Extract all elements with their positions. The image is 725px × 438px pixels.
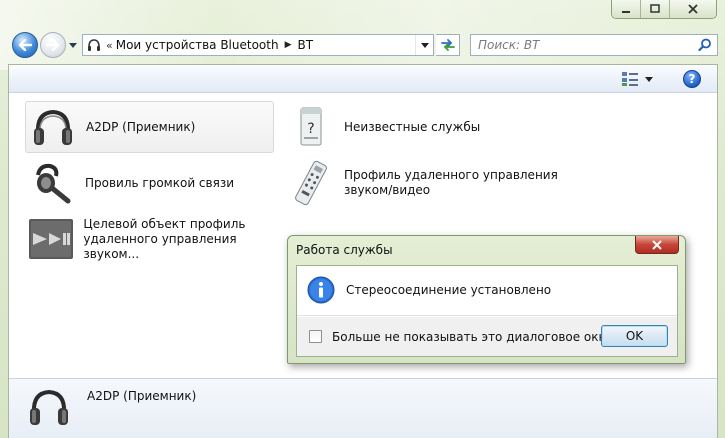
service-item-label-line: Целевой объект профиль bbox=[83, 216, 246, 231]
chevron-down-icon bbox=[645, 76, 653, 82]
service-item-label: Провиль громкой связи bbox=[85, 175, 234, 190]
navigation-bar: « Мои устройства Bluetooth ▶ BT bbox=[8, 30, 718, 60]
headphones-icon bbox=[27, 385, 71, 432]
caption-buttons bbox=[611, 0, 717, 19]
service-item-avrcp[interactable]: Профиль удаленного управления звуком/виде… bbox=[287, 159, 577, 207]
service-dialog: Работа службы Стереосоединение установле… bbox=[287, 235, 686, 364]
help-icon: ? bbox=[688, 72, 696, 86]
search-input[interactable] bbox=[478, 36, 688, 54]
service-item-unknown[interactable]: ? Неизвестные службы bbox=[287, 103, 547, 151]
bluetooth-headset-icon bbox=[28, 159, 76, 207]
back-arrow-icon bbox=[18, 39, 32, 51]
view-options-icon bbox=[622, 72, 638, 86]
breadcrumb-overflow-icon[interactable]: « bbox=[106, 39, 113, 52]
service-item-label: Профиль удаленного управления звуком/виде… bbox=[344, 168, 558, 198]
refresh-icon bbox=[440, 39, 455, 51]
back-button[interactable] bbox=[12, 32, 38, 58]
toolbar: ? bbox=[9, 65, 717, 93]
dialog-close-button[interactable] bbox=[635, 236, 679, 254]
service-item-avrcp-target[interactable]: Целевой объект профиль удаленного управле… bbox=[25, 213, 289, 265]
service-item-label-line: удаленного управления звуком... bbox=[83, 231, 237, 261]
ok-button[interactable]: OK bbox=[601, 325, 668, 347]
breadcrumb-separator-icon[interactable]: ▶ bbox=[285, 40, 292, 50]
service-item-label: Целевой объект профиль удаленного управле… bbox=[83, 217, 289, 262]
forward-button[interactable] bbox=[40, 32, 66, 58]
close-button[interactable] bbox=[670, 0, 716, 18]
change-view-button[interactable] bbox=[621, 70, 653, 88]
headset-location-icon bbox=[83, 35, 105, 55]
dont-show-again-checkbox[interactable] bbox=[309, 330, 322, 343]
dialog-title: Работа службы bbox=[296, 243, 393, 257]
help-button[interactable]: ? bbox=[683, 70, 701, 88]
details-title: A2DP (Приемник) bbox=[87, 389, 197, 403]
service-item-label: A2DP (Приемник) bbox=[86, 119, 196, 134]
remote-control-icon bbox=[287, 159, 335, 207]
minimize-icon bbox=[622, 11, 630, 13]
maximize-icon bbox=[650, 4, 660, 13]
unknown-service-icon: ? bbox=[287, 103, 335, 151]
minimize-button[interactable] bbox=[612, 0, 641, 18]
close-icon bbox=[688, 4, 698, 14]
dialog-footer: Больше не показывать это диалоговое окно… bbox=[297, 317, 677, 356]
recent-pages-dropdown[interactable] bbox=[68, 40, 78, 50]
search-icon[interactable] bbox=[698, 38, 712, 52]
info-icon bbox=[307, 276, 335, 304]
dont-show-again-label[interactable]: Больше не показывать это диалоговое окно bbox=[332, 330, 614, 344]
breadcrumb-segment[interactable]: Мои устройства Bluetooth bbox=[116, 38, 279, 52]
service-item-label-line: звуком/видео bbox=[344, 183, 431, 197]
breadcrumb-segment[interactable]: BT bbox=[298, 38, 314, 52]
play-pause-icon bbox=[28, 215, 74, 263]
service-item-label-line: Профиль удаленного управления bbox=[344, 168, 558, 182]
address-bar[interactable]: « Мои устройства Bluetooth ▶ BT bbox=[82, 34, 434, 56]
dialog-body: Стереосоединение установлено Больше не п… bbox=[296, 265, 678, 357]
refresh-button[interactable] bbox=[436, 34, 460, 56]
svg-text:?: ? bbox=[307, 121, 314, 137]
forward-arrow-icon bbox=[46, 39, 60, 51]
details-pane: A2DP (Приемник) bbox=[9, 378, 717, 438]
address-dropdown[interactable] bbox=[415, 35, 433, 55]
chevron-down-icon bbox=[69, 42, 77, 48]
headphones-icon bbox=[29, 103, 77, 151]
chevron-down-icon bbox=[420, 42, 429, 48]
maximize-button[interactable] bbox=[641, 0, 670, 18]
search-box[interactable] bbox=[470, 34, 718, 56]
service-item-label: Неизвестные службы bbox=[344, 119, 481, 134]
service-item-handsfree[interactable]: Провиль громкой связи bbox=[25, 157, 285, 209]
service-item-a2dp[interactable]: A2DP (Приемник) bbox=[25, 101, 274, 153]
dialog-message-row: Стереосоединение установлено bbox=[297, 266, 677, 316]
dialog-message: Стереосоединение установлено bbox=[346, 283, 552, 297]
close-icon bbox=[652, 239, 662, 250]
